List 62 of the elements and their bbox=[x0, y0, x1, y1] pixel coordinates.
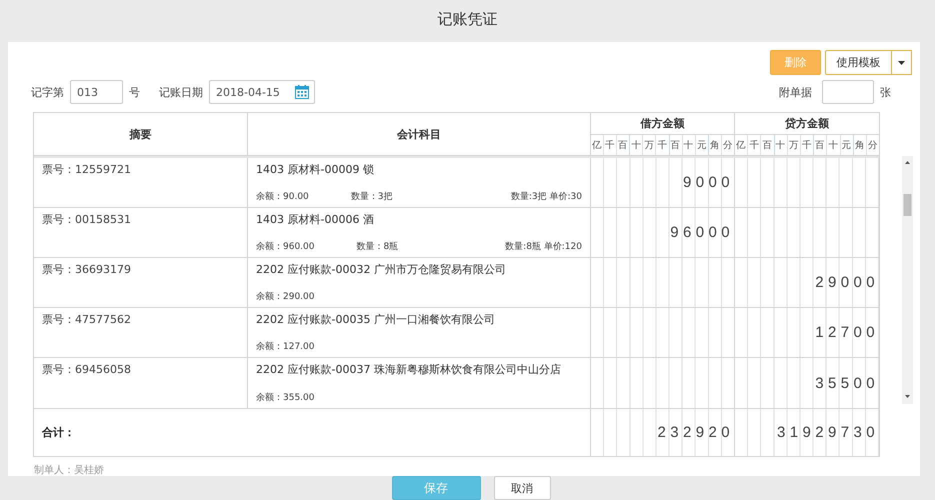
account-text: 1403 原材料-00009 锁 bbox=[256, 162, 375, 177]
unit-header: 千 bbox=[800, 135, 814, 155]
field-label: 张 bbox=[880, 84, 891, 100]
account-text: 2202 应付账款-00035 广州一口湘餐饮有限公司 bbox=[256, 312, 496, 327]
column-header: 借方金额 bbox=[591, 113, 734, 135]
field-label: 记字第 bbox=[31, 84, 64, 100]
summary-text: 票号：69456058 bbox=[42, 362, 132, 377]
balance-text: 余额：127.00 bbox=[256, 340, 314, 353]
column-header: 贷方金额 bbox=[735, 113, 879, 135]
unit-header: 十 bbox=[827, 135, 840, 155]
balance-text: 余额：90.00 bbox=[256, 190, 309, 203]
attachments-field[interactable] bbox=[822, 80, 874, 104]
unit-header: 亿 bbox=[591, 135, 604, 155]
unit-header: 千 bbox=[748, 135, 762, 155]
unit-header: 元 bbox=[696, 135, 709, 155]
cancel-button[interactable]: 取消 bbox=[494, 476, 550, 500]
window-title: 记账凭证 bbox=[438, 10, 498, 28]
price-note: 数量:8瓶 单价:120 bbox=[505, 240, 582, 253]
column-header: 摘要 bbox=[34, 113, 248, 155]
summary-text: 票号：12559721 bbox=[42, 162, 132, 177]
field-label: 附单据 bbox=[779, 84, 812, 100]
balance-text: 余额：355.00 bbox=[256, 392, 314, 404]
column-header: 会计科目 bbox=[248, 113, 591, 155]
unit-header: 万 bbox=[788, 135, 801, 155]
unit-header: 十 bbox=[630, 135, 644, 155]
unit-header: 百 bbox=[761, 135, 775, 155]
date-field[interactable]: 2018-04-15 bbox=[209, 80, 315, 104]
unit-header: 百 bbox=[814, 135, 828, 155]
unit-header: 角 bbox=[854, 135, 867, 155]
quantity-text: 数量：3把 bbox=[350, 190, 392, 203]
unit-header: 亿 bbox=[735, 135, 748, 155]
maker-text: 制单人：吴桂娇 bbox=[33, 464, 105, 477]
unit-header: 千 bbox=[656, 135, 670, 155]
summary-text: 票号：00158531 bbox=[42, 212, 132, 227]
balance-text: 余额：960.00 bbox=[256, 240, 314, 253]
unit-header: 十 bbox=[774, 135, 788, 155]
caret-icon bbox=[898, 60, 905, 64]
price-note: 数量:3把 单价:30 bbox=[510, 190, 582, 203]
unit-header: 千 bbox=[604, 135, 618, 155]
unit-header: 元 bbox=[840, 135, 854, 155]
number-field[interactable]: 013 bbox=[70, 80, 123, 104]
balance-text: 余额：290.00 bbox=[256, 290, 314, 303]
summary-text: 票号：36693179 bbox=[42, 262, 132, 277]
unit-header: 分 bbox=[722, 138, 734, 152]
template-button[interactable]: 使用模板 bbox=[825, 50, 892, 75]
summary-text: 票号：47577562 bbox=[42, 312, 132, 327]
total-label: 合计： bbox=[42, 425, 76, 440]
unit-header: 万 bbox=[643, 135, 656, 155]
field-label: 号 bbox=[129, 84, 140, 100]
unit-header: 分 bbox=[866, 138, 879, 152]
field-label: 记账日期 bbox=[159, 84, 203, 100]
account-text: 2202 应付账款-00032 广州市万仓隆贸易有限公司 bbox=[256, 262, 507, 277]
account-text: 1403 原材料-00006 酒 bbox=[256, 212, 375, 227]
scrollbar[interactable] bbox=[902, 156, 913, 404]
unit-header: 百 bbox=[617, 135, 630, 155]
unit-header: 十 bbox=[682, 135, 696, 155]
account-text: 2202 应付账款-00037 珠海新粤穆斯林饮食有限公司中山分店 bbox=[256, 362, 562, 377]
dropdown-button[interactable] bbox=[892, 50, 912, 75]
unit-header: 百 bbox=[670, 135, 683, 155]
quantity-text: 数量：8瓶 bbox=[356, 240, 398, 253]
unit-header: 角 bbox=[708, 135, 722, 155]
calendar-icon[interactable] bbox=[295, 85, 309, 99]
